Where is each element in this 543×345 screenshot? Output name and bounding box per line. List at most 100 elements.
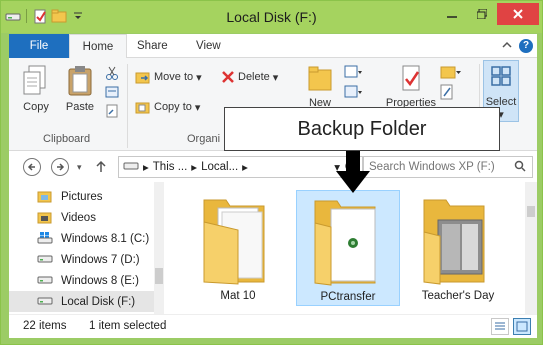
chevron-down-icon: ▾ [272, 71, 279, 84]
backup-folder-callout: Backup Folder [224, 107, 500, 151]
title-bar: Local Disk (F:) [1, 1, 542, 33]
forward-arrow-icon [57, 163, 65, 171]
drive-icon [37, 294, 53, 308]
delete-icon [222, 71, 234, 83]
explorer-window: Local Disk (F:) File Home Share View ? C… [0, 0, 543, 345]
copy-path-icon[interactable] [105, 85, 119, 102]
folder-icon [203, 199, 265, 285]
delete-button[interactable]: Delete ▾ [221, 70, 278, 84]
details-view-button[interactable] [491, 318, 509, 335]
nav-item-label: Windows 7 (D:) [61, 253, 140, 266]
nav-item-label: Windows 8 (E:) [61, 274, 139, 287]
down-arrow-icon [336, 151, 370, 193]
group-separator [127, 64, 128, 148]
tab-share[interactable]: Share [137, 34, 168, 58]
folder-label: Teacher's Day [421, 290, 495, 302]
breadcrumb-local-disk[interactable]: Local... [201, 161, 238, 173]
address-bar[interactable]: ▸ This ... ▸ Local... ▸ ▾ [118, 156, 363, 178]
breadcrumb-separator-icon: ▸ [242, 162, 248, 174]
copy-icon [23, 65, 46, 95]
search-icon[interactable] [514, 160, 526, 175]
folder-icon [308, 66, 332, 91]
file-list: Mat 10 PCtransfer Teacher's Day [164, 182, 537, 314]
paste-button[interactable]: Paste [61, 64, 99, 113]
nav-item-label: Pictures [61, 190, 103, 203]
nav-item-windows-8-1[interactable]: Windows 8.1 (C:) [9, 228, 154, 249]
nav-item-videos[interactable]: Videos [9, 207, 154, 228]
breadcrumb-separator-icon: ▸ [191, 162, 198, 174]
search-box[interactable] [363, 156, 533, 178]
paste-shortcut-icon[interactable] [105, 104, 119, 121]
search-input[interactable] [364, 161, 514, 173]
copy-button[interactable]: Copy [17, 64, 55, 113]
back-button[interactable] [23, 158, 41, 176]
large-icons-view-icon [516, 321, 528, 332]
status-bar: 22 items 1 item selected [9, 314, 537, 338]
copy-to-label: Copy to [154, 101, 192, 113]
up-arrow-icon [96, 160, 106, 172]
minimize-button[interactable] [437, 3, 467, 25]
breadcrumb-this-pc[interactable]: This ... [153, 161, 188, 173]
nav-item-windows-7[interactable]: Windows 7 (D:) [9, 249, 154, 270]
pictures-folder-icon [37, 189, 53, 203]
tab-file[interactable]: File [9, 34, 69, 58]
folder-label: Mat 10 [220, 290, 256, 302]
navigation-pane: Pictures Videos Windows 8.1 (C:) Windows… [9, 182, 164, 314]
breadcrumb-separator-icon: ▸ [143, 162, 149, 174]
paste-icon [68, 66, 92, 96]
open-icon[interactable] [439, 64, 463, 83]
back-arrow-icon [27, 163, 35, 171]
restore-button[interactable] [467, 3, 497, 25]
organize-group-label: Organi [187, 133, 221, 145]
folder-item-pctransfer[interactable]: PCtransfer [296, 190, 400, 306]
help-icon[interactable]: ? [519, 39, 533, 53]
copy-to-button[interactable]: Copy to ▾ [135, 100, 200, 114]
ribbon-right-controls: ? [501, 39, 533, 53]
videos-folder-icon [37, 210, 53, 224]
folder-item-mat-10[interactable]: Mat 10 [186, 190, 290, 306]
content-scrollbar[interactable] [525, 182, 537, 314]
nav-item-label: Videos [61, 211, 96, 224]
scrollbar-thumb[interactable] [527, 206, 535, 217]
copy-to-icon [135, 102, 150, 114]
edit-icon[interactable] [439, 84, 455, 103]
new-folder-button[interactable]: New [307, 64, 333, 109]
scrollbar-thumb[interactable] [155, 268, 163, 284]
properties-button[interactable]: Properties [381, 64, 441, 109]
tab-view[interactable]: View [196, 34, 221, 58]
chevron-down-icon: ▾ [194, 101, 201, 114]
address-row: ▾ ▸ This ... ▸ Local... ▸ ▾ [9, 151, 537, 182]
folder-item-teachers-day[interactable]: Teacher's Day [406, 190, 510, 306]
forward-button[interactable] [51, 158, 69, 176]
clipboard-group-label: Clipboard [43, 133, 91, 145]
drive-icon [37, 252, 53, 266]
ribbon-tabs: File Home Share View ? [9, 34, 537, 59]
delete-label: Delete [238, 71, 270, 83]
close-button[interactable] [497, 3, 539, 25]
copy-label: Copy [23, 101, 49, 113]
move-to-button[interactable]: Move to ▾ [135, 70, 202, 84]
nav-pane-scrollbar[interactable] [154, 182, 164, 314]
large-icons-view-button[interactable] [513, 318, 531, 335]
up-button[interactable] [91, 157, 111, 177]
drive-icon [37, 273, 53, 287]
nav-item-windows-8[interactable]: Windows 8 (E:) [9, 270, 154, 291]
folder-label: PCtransfer [320, 291, 376, 303]
new-item-icon[interactable] [343, 64, 363, 83]
details-view-icon [495, 322, 505, 330]
nav-item-label: Local Disk (F:) [61, 295, 136, 308]
folder-icon [423, 199, 485, 285]
windows-drive-icon [37, 231, 53, 245]
chevron-down-icon: ▾ [196, 71, 202, 84]
recent-locations-icon[interactable]: ▾ [77, 162, 82, 173]
move-to-icon [135, 72, 150, 84]
paste-label: Paste [65, 101, 95, 113]
drive-icon [123, 160, 139, 175]
easy-access-icon[interactable] [343, 84, 363, 103]
cut-icon[interactable] [105, 66, 119, 83]
item-count: 22 items [23, 320, 67, 332]
tab-home[interactable]: Home [69, 34, 127, 59]
collapse-ribbon-icon[interactable] [501, 39, 513, 51]
nav-item-local-disk-f[interactable]: Local Disk (F:) [9, 291, 154, 312]
nav-item-pictures[interactable]: Pictures [9, 186, 154, 207]
